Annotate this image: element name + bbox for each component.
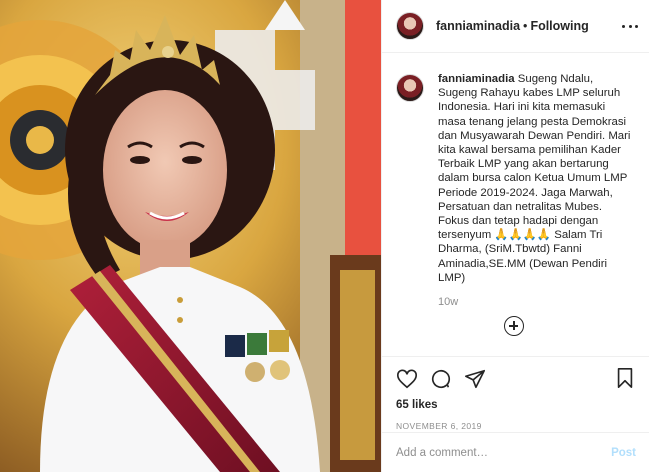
- caption-row: fanniaminadia Sugeng Ndalu, Sugeng Rahay…: [396, 72, 636, 285]
- comment-box: Post: [382, 432, 649, 472]
- paper-plane-icon[interactable]: [464, 368, 486, 390]
- header-text: fanniaminadia • Following: [436, 18, 589, 34]
- caption-username[interactable]: fanniaminadia: [438, 73, 515, 85]
- post-date[interactable]: NOVEMBER 6, 2019: [396, 421, 636, 431]
- caption: fanniaminadia Sugeng Ndalu, Sugeng Rahay…: [438, 72, 634, 285]
- caption-time-ago[interactable]: 10w: [438, 296, 458, 308]
- plus-circle-icon[interactable]: [504, 316, 524, 336]
- action-bar: 65 likes NOVEMBER 6, 2019: [382, 356, 649, 432]
- post-photo-image: [0, 0, 381, 472]
- header-separator: •: [523, 19, 528, 33]
- likes-count[interactable]: 65 likes: [396, 399, 636, 411]
- post-comment-button[interactable]: Post: [611, 447, 636, 459]
- comment-input[interactable]: [396, 446, 612, 459]
- heart-icon[interactable]: [396, 368, 418, 390]
- caption-avatar[interactable]: [396, 74, 424, 102]
- action-icons: [396, 367, 636, 391]
- post-photo[interactable]: [0, 0, 381, 472]
- follow-status-button[interactable]: Following: [530, 19, 588, 33]
- post-header: fanniaminadia • Following: [382, 0, 649, 53]
- bookmark-icon[interactable]: [614, 367, 636, 389]
- post-side-panel: fanniaminadia • Following fanniaminadia Su…: [381, 0, 649, 472]
- header-username[interactable]: fanniaminadia: [436, 19, 520, 33]
- caption-area: fanniaminadia Sugeng Ndalu, Sugeng Rahay…: [382, 54, 649, 356]
- comment-bubble-icon[interactable]: [430, 368, 452, 390]
- more-options-icon[interactable]: [622, 19, 638, 33]
- avatar[interactable]: [396, 12, 424, 40]
- caption-body: Sugeng Ndalu, Sugeng Rahayu kabes LMP se…: [438, 73, 631, 284]
